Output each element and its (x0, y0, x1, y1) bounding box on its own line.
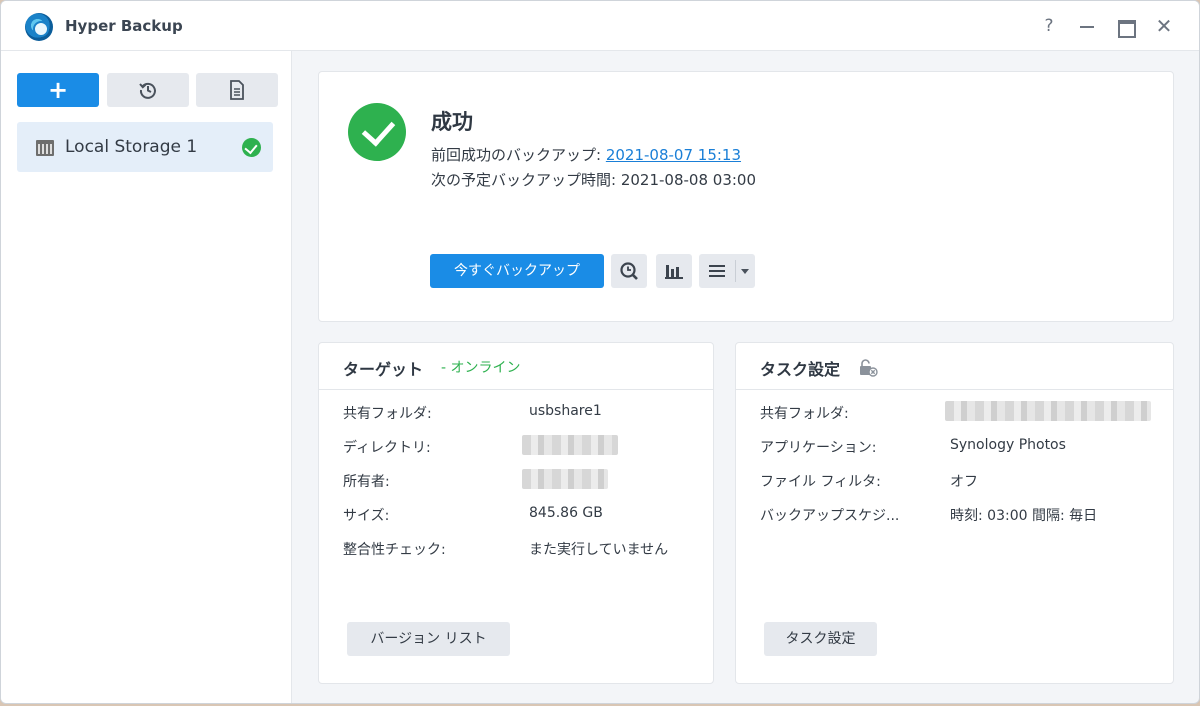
size-value: 845.86 GB (529, 505, 603, 521)
task-item-label: Local Storage 1 (65, 137, 198, 157)
clock-search-icon (620, 262, 638, 280)
success-check-icon (242, 138, 261, 157)
shared-folder-label: 共有フォルダ: (760, 406, 849, 422)
size-label: サイズ: (343, 508, 390, 524)
last-backup-line: 前回成功のバックアップ: 2021-08-07 15:13 (431, 144, 741, 165)
bar-chart-icon (665, 265, 683, 279)
backup-now-button[interactable]: 今すぐバックアップ (430, 254, 604, 288)
version-list-button[interactable]: バージョン リスト (347, 622, 510, 656)
sidebar: + Local Storage 1 (1, 51, 292, 703)
integrity-check-value: また実行していません (529, 542, 669, 558)
next-backup-label: 次の予定バックアップ時間: (431, 171, 617, 189)
app-title: Hyper Backup (65, 17, 183, 35)
minimize-button[interactable] (1076, 15, 1098, 37)
next-backup-line: 次の予定バックアップ時間: 2021-08-08 03:00 (431, 169, 756, 190)
last-backup-link[interactable]: 2021-08-07 15:13 (606, 146, 741, 164)
menu-divider (735, 260, 736, 282)
app-window: Hyper Backup ? ✕ + Local Storage 1 成功 前回… (0, 0, 1200, 704)
version-browser-button[interactable] (611, 254, 647, 288)
shared-folder-label: 共有フォルダ: (343, 406, 432, 422)
application-label: アプリケーション: (760, 440, 877, 456)
application-value: Synology Photos (950, 437, 1066, 453)
owner-label: 所有者: (343, 474, 390, 490)
statistics-button[interactable] (656, 254, 692, 288)
task-settings-title: タスク設定 (760, 360, 841, 379)
shared-folder-value: usbshare1 (529, 403, 602, 419)
plus-icon: + (47, 76, 69, 104)
success-check-icon (348, 103, 406, 161)
owner-value-redacted (522, 469, 608, 489)
status-panel: 成功 前回成功のバックアップ: 2021-08-07 15:13 次の予定バック… (318, 71, 1174, 322)
close-button[interactable]: ✕ (1153, 15, 1175, 37)
backup-schedule-value: 時刻: 03:00 間隔: 毎日 (950, 508, 1098, 524)
target-panel: ターゲット - オンライン 共有フォルダ: usbshare1 ディレクトリ: … (318, 342, 714, 684)
title-bar: Hyper Backup ? ✕ (1, 1, 1199, 51)
directory-value-redacted (522, 435, 618, 455)
target-title: ターゲット (343, 360, 424, 379)
task-item-local-storage[interactable]: Local Storage 1 (17, 122, 273, 172)
status-title: 成功 (431, 110, 473, 134)
maximize-button[interactable] (1114, 15, 1136, 38)
hyper-backup-app-icon (25, 13, 53, 41)
target-header: ターゲット - オンライン (319, 343, 713, 390)
add-task-button[interactable]: + (17, 73, 99, 107)
action-menu-button[interactable] (699, 254, 755, 288)
restore-button[interactable] (107, 73, 189, 107)
integrity-check-label: 整合性チェック: (343, 542, 446, 558)
document-icon (230, 80, 244, 100)
backup-schedule-label: バックアップスケジ... (760, 508, 900, 524)
help-button[interactable]: ? (1038, 15, 1060, 37)
log-button[interactable] (196, 73, 278, 107)
unlock-encryption-icon (860, 359, 878, 377)
online-status: - オンライン (441, 360, 521, 376)
directory-label: ディレクトリ: (343, 440, 431, 456)
caret-down-icon[interactable] (741, 269, 749, 274)
next-backup-value: 2021-08-08 03:00 (620, 171, 757, 189)
file-filter-label: ファイル フィルタ: (760, 474, 881, 490)
task-settings-header: タスク設定 (736, 343, 1173, 390)
history-icon (139, 82, 156, 99)
storage-device-icon (36, 140, 54, 156)
shared-folder-value-redacted (945, 401, 1151, 421)
task-settings-button[interactable]: タスク設定 (764, 622, 877, 656)
last-backup-label: 前回成功のバックアップ: (431, 146, 602, 164)
task-settings-panel: タスク設定 共有フォルダ: アプリケーション: Synology Photos … (735, 342, 1174, 684)
file-filter-value: オフ (950, 474, 978, 490)
menu-icon (709, 265, 725, 277)
